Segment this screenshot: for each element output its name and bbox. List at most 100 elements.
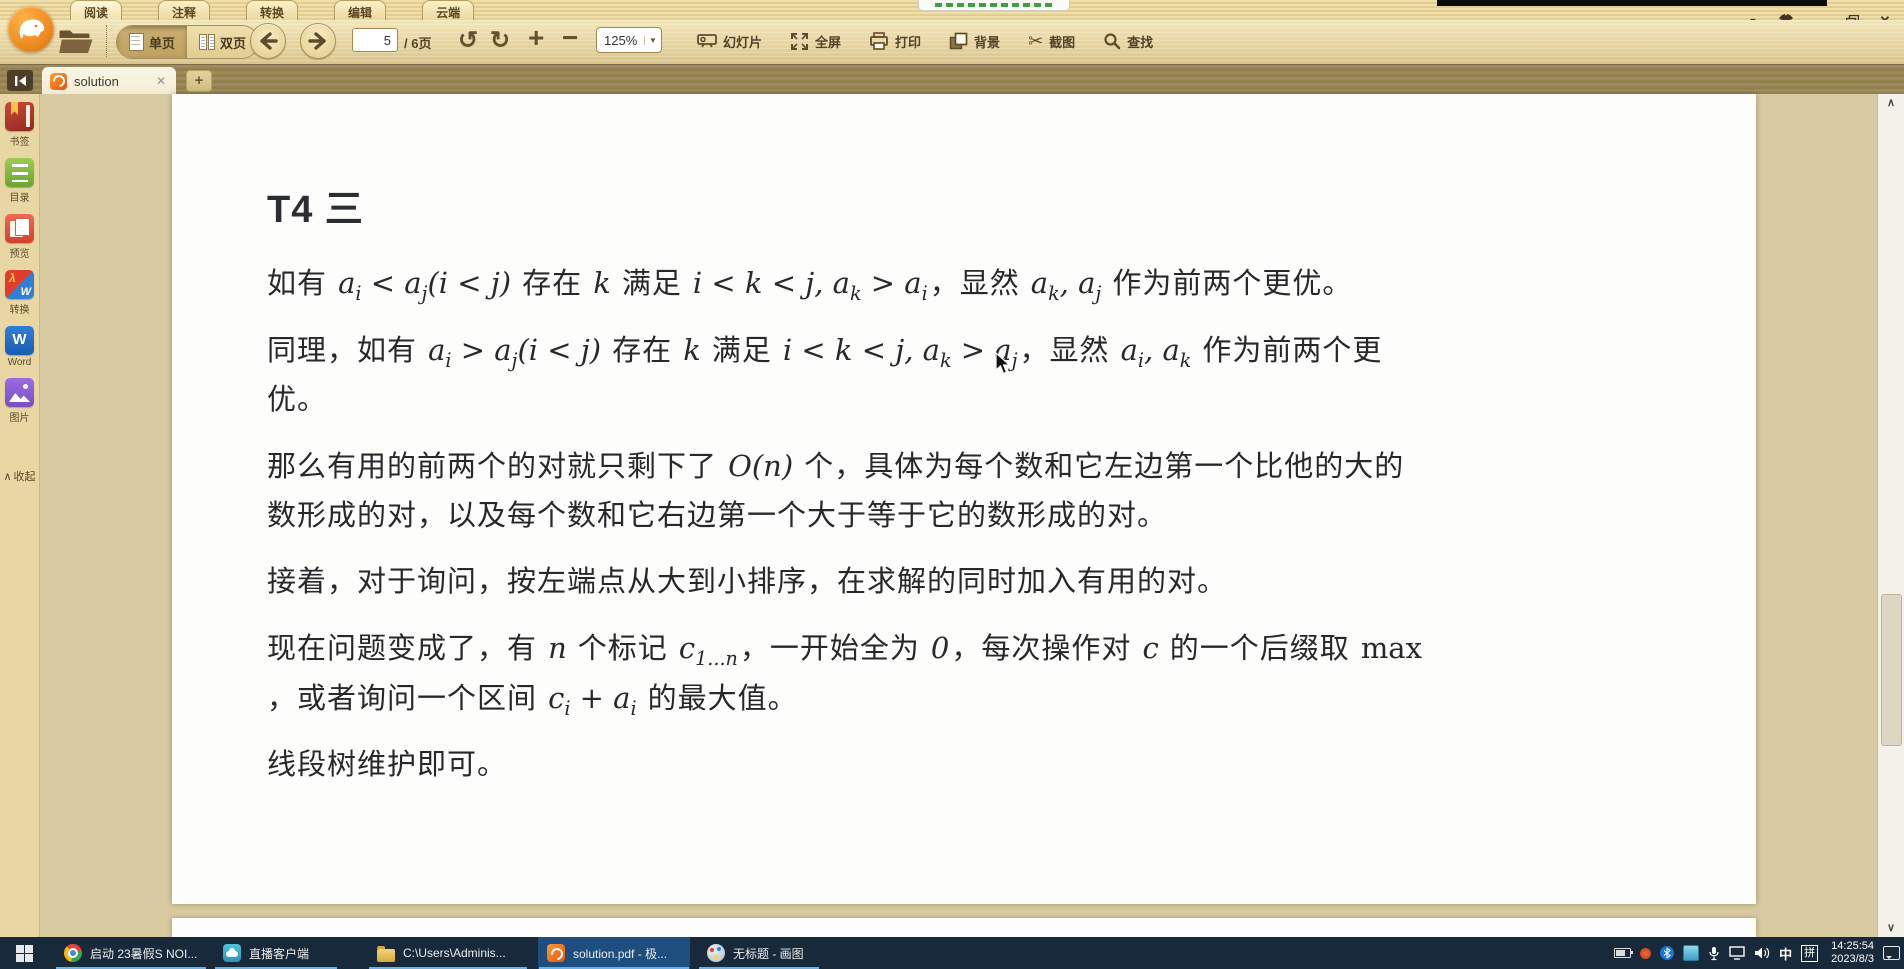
menu-tab-annotate[interactable]: 注释 — [158, 0, 211, 20]
document-viewport: T4 三 如有 ai < aj(i < j) 存在 k 满足 i < k < j… — [40, 94, 1878, 937]
paint-palette-icon — [707, 944, 725, 962]
system-tray: 中 拼 14:25:54 2023/8/3 — [1614, 937, 1900, 969]
bluetooth-icon[interactable] — [1660, 946, 1675, 960]
text-run: 作为前两个更 — [1193, 335, 1383, 367]
scroll-up-icon[interactable]: ∧ — [1878, 94, 1904, 112]
menu-tab-convert[interactable]: 转换 — [246, 0, 299, 20]
text-run: 的一个后缀取 — [1160, 633, 1359, 665]
text-run: 作为前两个更优。 — [1103, 268, 1353, 300]
tab-close-icon[interactable]: ✕ — [154, 72, 168, 90]
text-run: 个，具体为每个数和它左边第一个比他的大的 — [795, 451, 1405, 483]
folder-icon — [377, 945, 395, 962]
arrow-left-icon — [260, 32, 278, 50]
pdf-paragraph: 线段树维护即可。 — [267, 741, 1667, 790]
tab-scroll-left-button[interactable] — [7, 70, 33, 91]
screenshot-button[interactable]: ✂ 截图 — [1028, 31, 1075, 52]
scroll-down-icon[interactable]: ∨ — [1878, 919, 1904, 937]
scissors-icon: ✂ — [1028, 30, 1044, 52]
text-run: ，显然 — [1019, 335, 1119, 367]
tab-solution[interactable]: solution ✕ — [42, 67, 176, 95]
sidebar-collapse-button[interactable]: ∧ 收起 — [3, 468, 35, 484]
math-expression: ak, aj — [1030, 266, 1102, 305]
sidebar-item-convert[interactable]: 转换 — [5, 270, 34, 316]
chevron-up-icon: ∧ — [3, 470, 12, 483]
text-run: 的最大值。 — [638, 683, 798, 715]
text-run: 优。 — [267, 384, 328, 416]
fullscreen-button[interactable]: 全屏 — [790, 32, 841, 51]
text-run: 线段树维护即可。 — [267, 749, 508, 781]
single-page-icon — [129, 33, 144, 51]
page-view-toggle: 单页 双页 — [116, 25, 260, 59]
sidebar-item-bookmark[interactable]: 书签 — [5, 102, 34, 148]
taskbar-item-explorer[interactable]: C:\Users\Adminis... — [368, 937, 528, 969]
taskbar: 启动 23暑假S NOI... 直播客户端 C:\Users\Adminis..… — [0, 937, 1904, 969]
text-run: 同理，如有 — [267, 335, 427, 367]
network-display-icon[interactable] — [1729, 946, 1745, 960]
find-button[interactable]: 查找 — [1103, 32, 1153, 51]
sidebar-item-word[interactable]: Word — [5, 326, 34, 368]
taskbar-item-paint[interactable]: 无标题 - 画图 — [698, 937, 820, 969]
new-tab-button[interactable]: + — [186, 70, 212, 92]
zoom-level-value: 125% — [604, 32, 638, 48]
next-page-button[interactable] — [300, 23, 336, 59]
pdf-page: T4 三 如有 ai < aj(i < j) 存在 k 满足 i < k < j… — [172, 94, 1756, 904]
clock-time: 14:25:54 — [1831, 940, 1874, 952]
start-button[interactable] — [0, 937, 48, 969]
text-run: ，一开始全为 — [739, 633, 929, 665]
double-page-button[interactable]: 双页 — [187, 26, 258, 58]
previous-page-button[interactable] — [250, 23, 286, 59]
single-page-button[interactable]: 单页 — [117, 26, 188, 58]
bookmark-icon — [5, 102, 34, 131]
pdf-paragraph: 那么有用的前两个的对就只剩下了 O(n) 个，具体为每个数和它左边第一个比他的大… — [267, 442, 1667, 541]
math-expression: ai > aj(i < j) — [428, 333, 602, 372]
math-expression: ci + ai — [548, 681, 637, 720]
background-button[interactable]: 背景 — [949, 32, 1000, 51]
sidebar-item-preview[interactable]: 预览 — [5, 214, 34, 260]
zoom-level-select[interactable]: 125% ▼ — [596, 27, 662, 53]
print-button[interactable]: 打印 — [869, 31, 921, 51]
rotate-right-icon[interactable]: ↻ — [490, 26, 510, 56]
pdf-paragraph: 同理，如有 ai > aj(i < j) 存在 k 满足 i < k < j, … — [267, 326, 1667, 425]
ime-pinyin-indicator[interactable]: 拼 — [1801, 944, 1819, 962]
toc-list-icon — [5, 158, 34, 187]
open-file-folder-icon[interactable] — [58, 26, 94, 56]
arrow-left-bar-icon — [14, 75, 26, 86]
slideshow-button[interactable]: 幻灯片 — [697, 31, 762, 51]
volume-icon[interactable] — [1754, 946, 1770, 960]
tray-app-icon[interactable] — [1683, 945, 1700, 961]
word-icon — [5, 326, 34, 355]
math-expression: k — [683, 333, 701, 367]
next-page-sliver — [172, 918, 1756, 937]
pdf-paragraphs: 如有 ai < aj(i < j) 存在 k 满足 i < k < j, ak … — [267, 259, 1667, 790]
menu-tab-edit[interactable]: 编辑 — [334, 0, 387, 20]
microphone-icon[interactable] — [1708, 946, 1720, 961]
pdf-app-icon — [547, 944, 565, 962]
math-operator: max — [1360, 631, 1422, 665]
pdf-reader-window: 阅读 注释 转换 编辑 云端 ▼ — ✕ 单页 — [0, 0, 1904, 969]
text-run: 满足 — [702, 335, 781, 367]
taskbar-item-solution-pdf[interactable]: solution.pdf - 极... — [538, 937, 690, 969]
text-run: 个标记 — [568, 633, 677, 665]
taskbar-clock[interactable]: 14:25:54 2023/8/3 — [1831, 940, 1874, 966]
page-number-input[interactable] — [352, 28, 398, 52]
sidebar-item-image[interactable]: 图片 — [5, 378, 34, 424]
vertical-scrollbar[interactable]: ∧ ∨ — [1877, 94, 1904, 937]
menu-tab-read[interactable]: 阅读 — [70, 0, 123, 20]
rotate-left-icon[interactable]: ↺ — [458, 26, 478, 56]
app-logo-elephant-icon[interactable] — [8, 6, 54, 52]
taskbar-item-live-client[interactable]: 直播客户端 — [214, 937, 338, 969]
menu-tab-cloud[interactable]: 云端 — [422, 0, 475, 20]
recording-dot-icon[interactable] — [1640, 947, 1652, 959]
scrollbar-thumb[interactable] — [1881, 594, 1902, 746]
windows-logo-icon — [15, 944, 33, 962]
menu-bar: 阅读 注释 转换 编辑 云端 — [0, 0, 1904, 20]
taskbar-item-chrome[interactable]: 启动 23暑假S NOI... — [55, 937, 207, 969]
math-expression: i < k < j, ak > aj — [782, 333, 1018, 372]
action-center-icon[interactable] — [1883, 946, 1900, 960]
zoom-out-button[interactable]: − — [562, 23, 578, 53]
zoom-in-button[interactable]: + — [528, 23, 544, 53]
arrow-right-icon — [308, 32, 326, 50]
sidebar-item-toc[interactable]: 目录 — [5, 158, 34, 204]
ime-language-indicator[interactable]: 中 — [1779, 944, 1792, 963]
battery-icon[interactable] — [1614, 948, 1634, 958]
